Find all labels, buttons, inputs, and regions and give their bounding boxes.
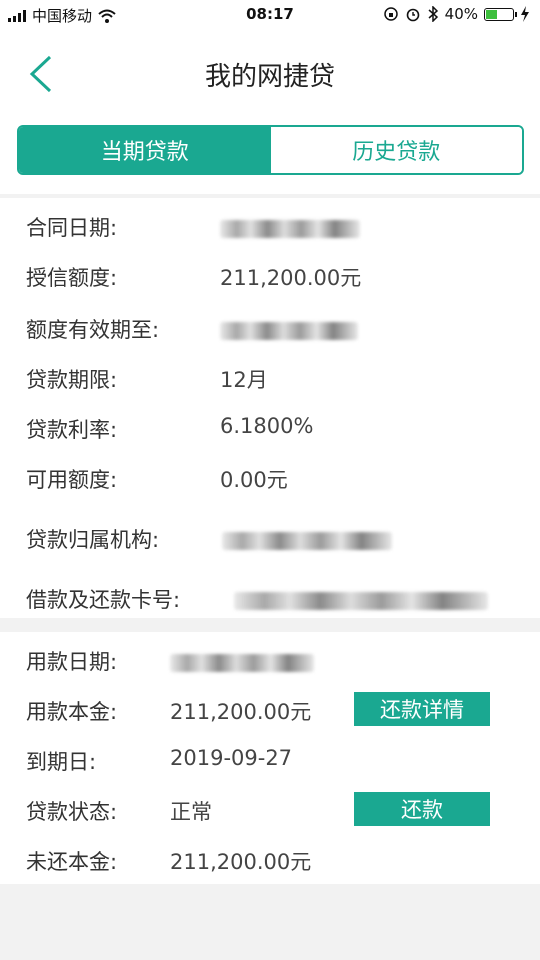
- available-limit-value: 0.00元: [220, 468, 288, 492]
- status-bar: 中国移动 08:17 40%: [0, 0, 540, 30]
- tab-history-loan[interactable]: 历史贷款: [270, 127, 522, 173]
- repay-details-button[interactable]: 还款详情: [354, 692, 490, 726]
- tab-current-loan[interactable]: 当期贷款: [19, 127, 271, 173]
- card-number-redacted: [234, 592, 488, 610]
- usage-principal-value: 211,200.00元: [170, 700, 312, 724]
- loan-status-value: 正常: [170, 800, 212, 824]
- credit-limit-label: 授信额度:: [26, 266, 118, 290]
- interest-rate-row: 贷款利率: 6.1800%: [0, 408, 540, 448]
- lock-rotation-icon: [383, 7, 398, 21]
- outstanding-principal-value: 211,200.00元: [170, 850, 312, 874]
- charging-icon: [521, 6, 529, 22]
- contract-date-row: 合同日期:: [0, 206, 540, 246]
- loan-term-row: 贷款期限: 12月: [0, 358, 540, 398]
- usage-date-redacted: [170, 654, 314, 672]
- contract-date-label: 合同日期:: [26, 216, 118, 240]
- loan-institution-label: 贷款归属机构:: [26, 528, 160, 552]
- available-limit-label: 可用额度:: [26, 468, 118, 492]
- loan-institution-row: 贷款归属机构:: [0, 518, 540, 558]
- loan-usage-card: 用款日期: 用款本金: 211,200.00元 还款详情 到期日: 2019-0…: [0, 632, 540, 884]
- status-icons: 40%: [383, 5, 530, 23]
- card-number-label: 借款及还款卡号:: [26, 588, 181, 612]
- outstanding-principal-label: 未还本金:: [26, 850, 118, 874]
- due-date-row: 到期日: 2019-09-27: [0, 740, 540, 780]
- limit-valid-until-row: 额度有效期至:: [0, 308, 540, 348]
- due-date-label: 到期日:: [26, 750, 97, 774]
- tab-bar-container: 当期贷款 历史贷款: [0, 114, 540, 194]
- loan-info-card: 合同日期: 授信额度: 211,200.00元 额度有效期至: 贷款期限: 12…: [0, 198, 540, 618]
- available-limit-row: 可用额度: 0.00元: [0, 458, 540, 498]
- loan-status-label: 贷款状态:: [26, 800, 118, 824]
- due-date-value: 2019-09-27: [170, 746, 293, 770]
- interest-rate-value: 6.1800%: [220, 414, 314, 438]
- loan-institution-redacted: [222, 532, 392, 550]
- page-title: 我的网捷贷: [204, 62, 335, 92]
- battery-icon: [484, 7, 517, 21]
- limit-valid-until-redacted: [220, 322, 358, 340]
- nav-bar: 我的网捷贷: [0, 30, 540, 114]
- credit-limit-row: 授信额度: 211,200.00元: [0, 256, 540, 296]
- loan-term-value: 12月: [220, 368, 268, 392]
- card-number-row: 借款及还款卡号:: [0, 578, 540, 618]
- loan-term-label: 贷款期限:: [26, 368, 118, 392]
- bluetooth-icon: [428, 6, 438, 22]
- usage-principal-label: 用款本金:: [26, 700, 118, 724]
- battery-percent: 40%: [444, 5, 478, 23]
- repay-button[interactable]: 还款: [354, 792, 490, 826]
- tab-bar: 当期贷款 历史贷款: [17, 125, 524, 175]
- interest-rate-label: 贷款利率:: [26, 418, 118, 442]
- credit-limit-value: 211,200.00元: [220, 266, 362, 290]
- usage-date-row: 用款日期:: [0, 640, 540, 680]
- outstanding-principal-row: 未还本金: 211,200.00元: [0, 840, 540, 880]
- alarm-icon: [406, 8, 419, 22]
- limit-valid-until-label: 额度有效期至:: [26, 318, 160, 342]
- contract-date-redacted: [220, 220, 360, 238]
- usage-date-label: 用款日期:: [26, 650, 118, 674]
